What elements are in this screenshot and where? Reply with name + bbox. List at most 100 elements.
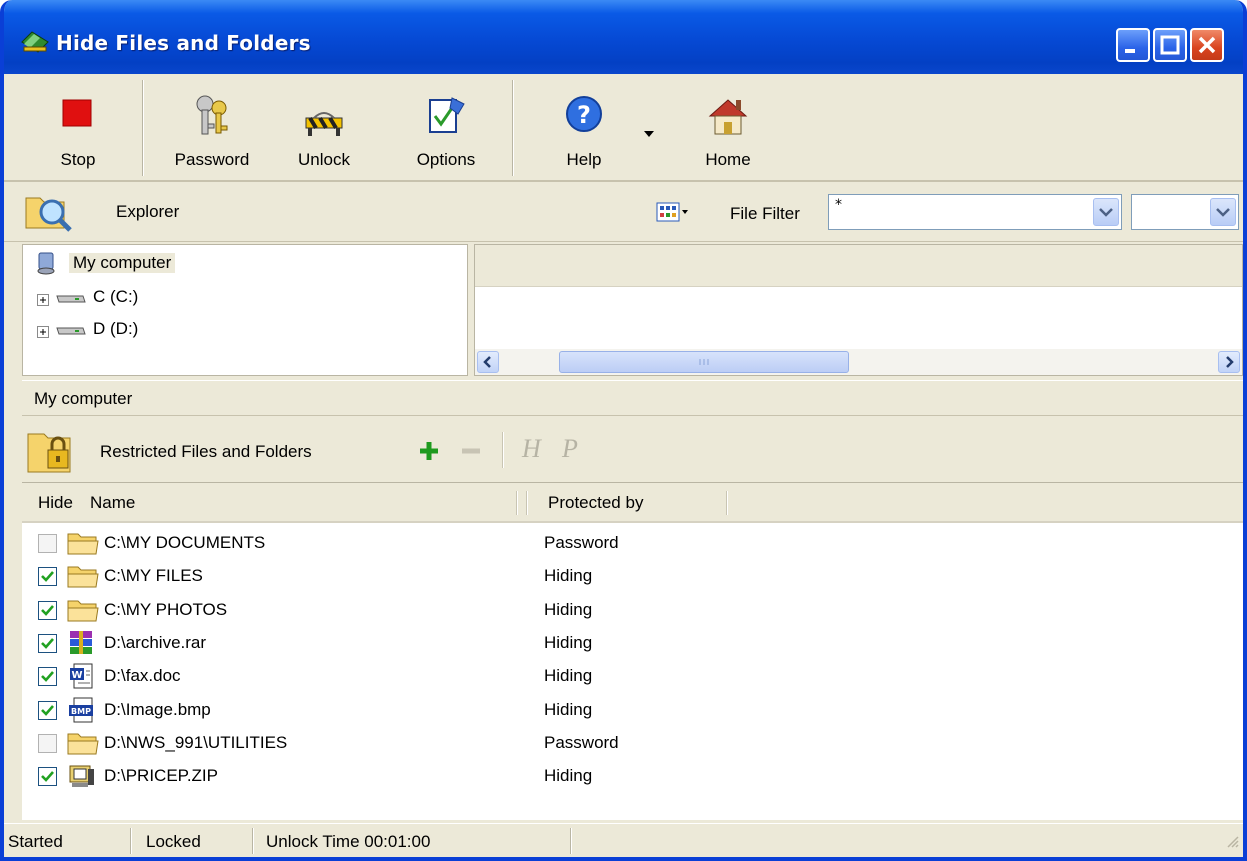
list-item[interactable]: W D:\fax.doc Hiding: [22, 660, 1243, 693]
help-button[interactable]: ? Help: [544, 80, 624, 176]
toolbar-separator: [512, 80, 514, 176]
list-item[interactable]: BMP D:\Image.bmp Hiding: [22, 694, 1243, 727]
list-item[interactable]: D:\NWS_991\UTILITIES Password: [22, 727, 1243, 760]
stop-button[interactable]: Stop: [28, 80, 128, 176]
stop-label: Stop: [60, 150, 96, 169]
app-window: Hide Files and Folders Stop Password Unl…: [0, 0, 1247, 861]
folder-icon: [66, 730, 100, 761]
column-divider[interactable]: [526, 491, 528, 515]
column-header-name[interactable]: Name: [90, 493, 135, 513]
zip-archive-icon: [66, 763, 100, 794]
status-divider: [252, 828, 254, 854]
explorer-bar: Explorer File Filter *: [4, 184, 1243, 242]
item-protected-by: Hiding: [544, 599, 593, 619]
item-name: D:\fax.doc: [104, 666, 181, 686]
status-divider: [570, 828, 572, 854]
tree-item-label: My computer: [69, 253, 176, 273]
item-name: D:\Image.bmp: [104, 699, 211, 719]
list-item[interactable]: C:\MY FILES Hiding: [22, 560, 1243, 593]
view-mode-button[interactable]: [656, 202, 690, 227]
window-title: Hide Files and Folders: [56, 31, 311, 55]
hide-checkbox[interactable]: [38, 600, 57, 620]
list-item[interactable]: C:\MY PHOTOS Hiding: [22, 594, 1243, 627]
remove-icon[interactable]: [460, 440, 482, 467]
column-divider[interactable]: [516, 491, 518, 515]
add-icon[interactable]: [418, 440, 440, 467]
file-list-pane[interactable]: [474, 244, 1243, 376]
scroll-right-button[interactable]: [1218, 351, 1240, 373]
hide-checkbox[interactable]: [38, 767, 57, 787]
current-path-bar: My computer: [22, 380, 1243, 416]
column-header-protected-by[interactable]: Protected by: [548, 493, 643, 513]
drive-icon: [55, 323, 87, 343]
toolbar-separator: [142, 80, 144, 176]
rar-archive-icon: [66, 630, 100, 661]
explorer-label: Explorer: [116, 202, 180, 221]
unlock-label: Unlock: [298, 150, 350, 169]
hide-checkbox[interactable]: [38, 700, 57, 720]
home-label: Home: [705, 150, 751, 169]
file-list-header: [475, 245, 1242, 287]
help-dropdown-button[interactable]: [638, 80, 660, 176]
item-protected-by: Hiding: [544, 766, 593, 786]
home-icon: [706, 94, 750, 143]
list-header: Hide Name Protected by: [22, 483, 1243, 523]
item-name: C:\MY DOCUMENTS: [104, 533, 266, 552]
list-item[interactable]: D:\PRICEP.ZIP Hiding: [22, 760, 1243, 793]
explorer-folder-icon: [24, 190, 76, 239]
column-divider[interactable]: [726, 491, 728, 515]
expand-icon[interactable]: [37, 291, 49, 311]
folder-tree: My computer C (C:) D (D:): [22, 244, 468, 376]
options-icon: [426, 94, 466, 143]
current-path-label: My computer: [34, 389, 133, 408]
home-button[interactable]: Home: [680, 80, 776, 176]
password-toggle-button[interactable]: P: [562, 434, 578, 464]
help-label: Help: [566, 150, 602, 169]
item-protected-by: Hiding: [544, 666, 593, 686]
close-button[interactable]: [1190, 28, 1224, 62]
hide-checkbox[interactable]: [38, 667, 57, 687]
resize-grip-icon[interactable]: [1225, 833, 1239, 853]
status-divider: [130, 828, 132, 854]
locked-folder-icon: [26, 424, 80, 483]
expand-icon[interactable]: [37, 323, 49, 343]
svg-text:BMP: BMP: [71, 707, 91, 716]
item-protected-by: Password: [544, 533, 619, 552]
options-button[interactable]: Options: [396, 80, 496, 176]
column-header-hide[interactable]: Hide: [38, 493, 73, 513]
minimize-button[interactable]: [1116, 28, 1150, 62]
hide-checkbox[interactable]: [38, 534, 57, 553]
stop-icon: [61, 94, 95, 133]
secondary-filter-combo[interactable]: [1131, 194, 1239, 230]
list-item[interactable]: C:\MY DOCUMENTS Password: [22, 527, 1243, 560]
chevron-down-icon[interactable]: [1093, 198, 1119, 226]
hide-checkbox[interactable]: [38, 633, 57, 653]
tree-item-label: C (C:): [93, 287, 139, 306]
title-bar[interactable]: Hide Files and Folders: [4, 0, 1243, 74]
scroll-thumb[interactable]: [559, 351, 849, 373]
restricted-toolbar: Restricted Files and Folders H P: [4, 420, 1243, 482]
hide-toggle-button[interactable]: H: [522, 434, 541, 464]
chevron-down-icon[interactable]: [1210, 198, 1236, 226]
file-filter-combo[interactable]: *: [828, 194, 1122, 230]
toolbar-separator: [502, 432, 504, 468]
hide-checkbox[interactable]: [38, 733, 57, 753]
hide-checkbox[interactable]: [38, 567, 57, 587]
item-protected-by: Password: [544, 732, 619, 752]
options-label: Options: [416, 150, 476, 169]
word-document-icon: W: [66, 663, 100, 694]
svg-text:?: ?: [577, 101, 591, 129]
scroll-left-button[interactable]: [477, 351, 499, 373]
item-name: D:\PRICEP.ZIP: [104, 766, 218, 786]
status-state: Started: [8, 832, 63, 851]
item-protected-by: Hiding: [544, 632, 593, 652]
maximize-button[interactable]: [1153, 28, 1187, 62]
list-item[interactable]: D:\archive.rar Hiding: [22, 627, 1243, 660]
restricted-items-list: Hide Name Protected by C:\MY DOCUMENTS Pa…: [22, 482, 1243, 820]
unlock-button[interactable]: Unlock: [280, 80, 368, 176]
horizontal-scrollbar[interactable]: [475, 349, 1242, 375]
tree-item-label: D (D:): [93, 319, 139, 338]
folder-icon: [66, 563, 100, 594]
password-button[interactable]: Password: [156, 80, 268, 176]
folder-icon: [66, 597, 100, 628]
